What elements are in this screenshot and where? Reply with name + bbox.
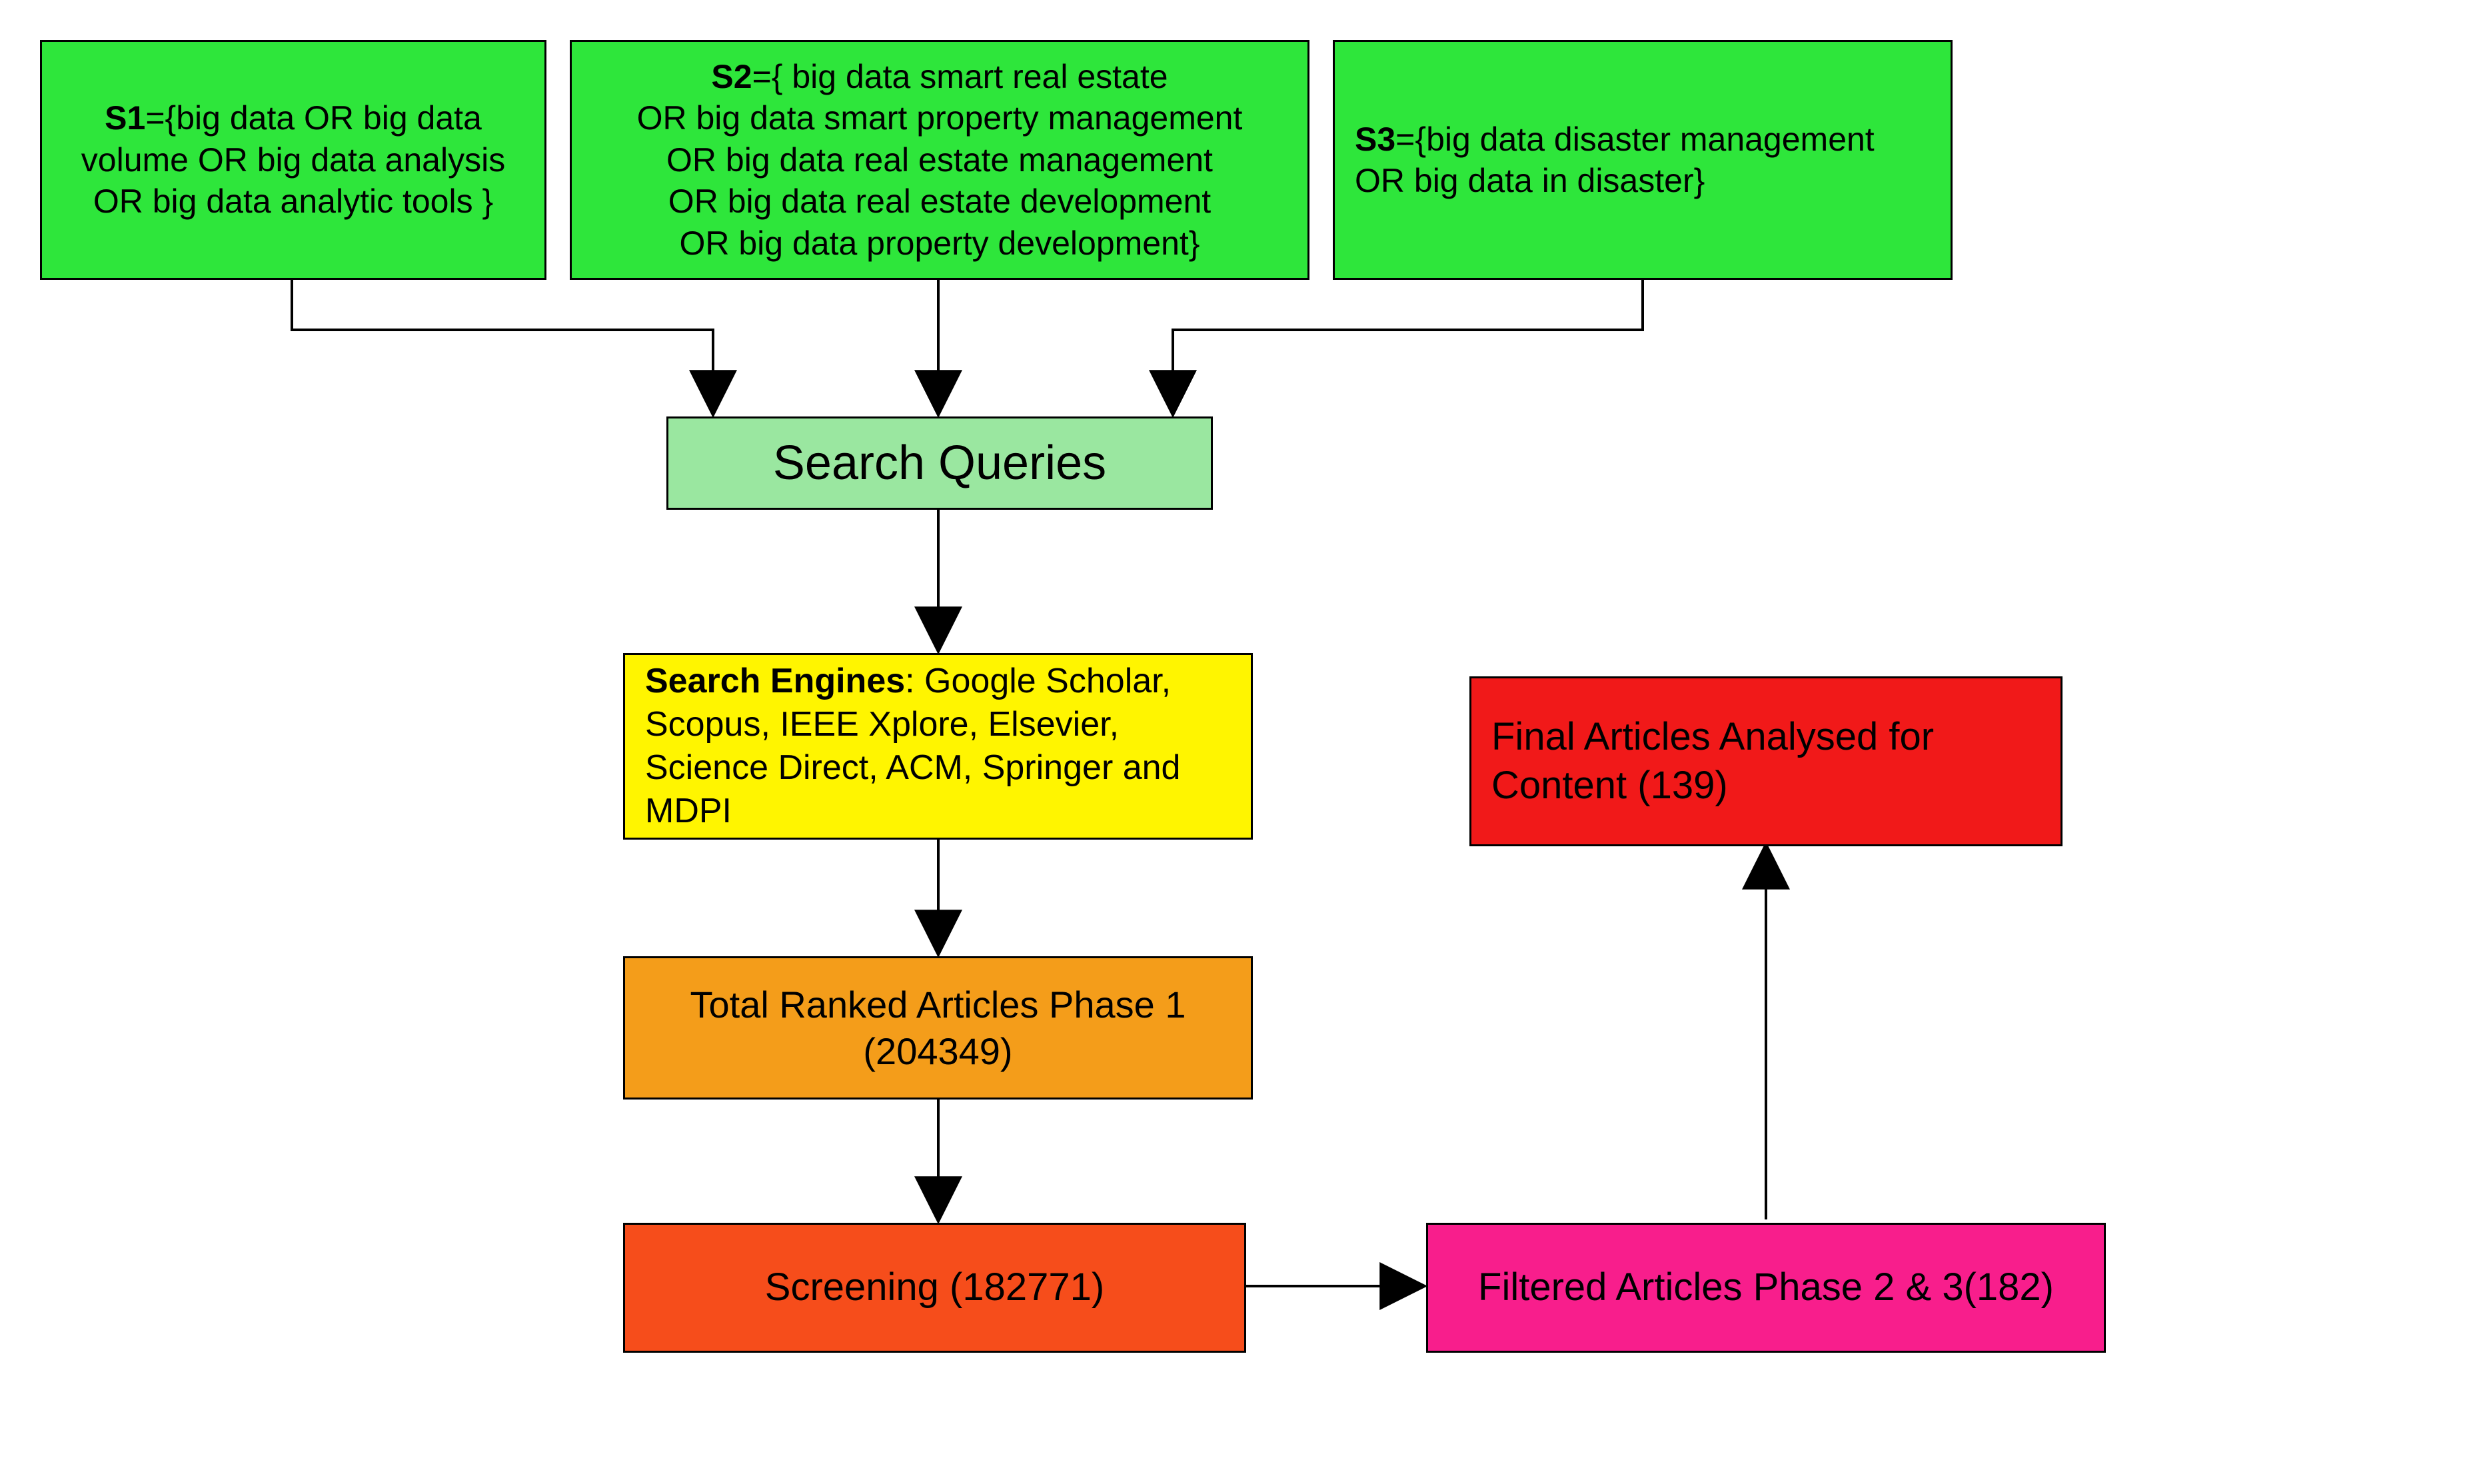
s2-l4: OR big data property development}: [679, 225, 1200, 262]
node-search-queries: Search Queries: [666, 416, 1213, 510]
flow-diagram: S1={big data OR big data volume OR big d…: [0, 0, 2491, 1484]
s3-l0: ={big data disaster management: [1395, 121, 1875, 158]
search-queries-label: Search Queries: [773, 433, 1106, 493]
screening-label: Screening (182771): [765, 1263, 1104, 1312]
node-s3: S3={big data disaster management OR big …: [1333, 40, 1953, 280]
node-screening: Screening (182771): [623, 1223, 1246, 1353]
s2-prefix: S2: [711, 58, 752, 95]
filtered-label: Filtered Articles Phase 2 & 3(182): [1478, 1263, 2054, 1312]
s3-prefix: S3: [1355, 121, 1395, 158]
s2-l2: OR big data real estate management: [666, 141, 1213, 179]
node-search-engines: Search Engines: Google Scholar, Scopus, …: [623, 653, 1253, 840]
s2-l0: ={ big data smart real estate: [752, 58, 1168, 95]
s3-l1: OR big data in disaster}: [1355, 162, 1705, 199]
node-filtered: Filtered Articles Phase 2 & 3(182): [1426, 1223, 2106, 1353]
phase1-label: Total Ranked Articles Phase 1 (204349): [645, 982, 1231, 1075]
s1-prefix: S1: [105, 99, 145, 137]
node-final: Final Articles Analysed for Content (139…: [1469, 676, 2063, 846]
node-s2: S2={ big data smart real estate OR big d…: [570, 40, 1309, 280]
node-phase1: Total Ranked Articles Phase 1 (204349): [623, 956, 1253, 1100]
s1-text: ={big data OR big data volume OR big dat…: [81, 99, 505, 220]
node-s1: S1={big data OR big data volume OR big d…: [40, 40, 546, 280]
s2-l1: OR big data smart property management: [637, 99, 1243, 137]
final-label: Final Articles Analysed for Content (139…: [1491, 713, 2041, 810]
se-prefix: Search Engines: [645, 662, 905, 700]
s2-l3: OR big data real estate development: [668, 183, 1211, 220]
